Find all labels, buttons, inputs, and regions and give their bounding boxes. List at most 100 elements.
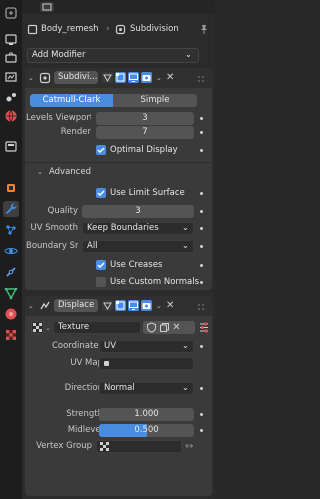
catmull-clark-toggle[interactable]: Catmull-Clark xyxy=(30,94,113,107)
use-custom-normals-label: Use Custom Normals xyxy=(110,277,200,287)
collection-icon[interactable] xyxy=(3,138,19,154)
keyframe-dot[interactable] xyxy=(200,429,203,432)
render-label: Render xyxy=(60,127,91,137)
subdivision-name-field[interactable]: Subdivi... xyxy=(54,71,98,84)
subdivision-header: ⌄ Subdivi... ⌄ ✕ xyxy=(25,68,212,88)
keyframe-dot[interactable] xyxy=(200,117,203,120)
modifier-icon xyxy=(115,24,126,35)
strength-field[interactable]: 1.000 xyxy=(99,408,194,421)
extras-chevron-icon[interactable]: ⌄ xyxy=(156,301,162,311)
world-icon[interactable] xyxy=(3,108,19,124)
constraints-icon[interactable] xyxy=(3,264,19,280)
vertex-group-icon xyxy=(100,442,109,451)
boundary-smooth-label: Boundary Smo... xyxy=(26,241,78,251)
keyframe-dot[interactable] xyxy=(200,345,203,348)
texture-browse-icon[interactable] xyxy=(31,321,44,334)
texture-name-field[interactable]: Texture xyxy=(53,321,141,334)
keyframe-dot[interactable] xyxy=(200,227,203,230)
object-name: Body_remesh xyxy=(41,24,99,34)
add-modifier-label: Add Modifier xyxy=(32,50,86,60)
material-icon[interactable] xyxy=(3,306,19,322)
keyframe-dot[interactable] xyxy=(200,210,203,213)
scene-icon[interactable] xyxy=(3,89,19,105)
output-icon[interactable] xyxy=(3,50,19,66)
coordinates-value: UV xyxy=(104,341,117,351)
use-creases-label: Use Creases xyxy=(110,260,163,270)
close-icon[interactable]: ✕ xyxy=(166,72,177,83)
quality-field[interactable]: 3 xyxy=(82,205,194,218)
unlink-x-icon[interactable]: ✕ xyxy=(171,321,182,334)
uv-map-icon xyxy=(104,361,109,366)
drag-handle-icon[interactable] xyxy=(197,303,205,311)
render-camera-icon[interactable] xyxy=(141,300,152,311)
texture-icon[interactable] xyxy=(3,327,19,343)
subdivision-modifier-icon xyxy=(39,72,51,84)
render-levels-field[interactable]: 7 xyxy=(96,126,194,139)
uv-smooth-value: Keep Boundaries xyxy=(87,223,159,233)
levels-viewport-field[interactable]: 3 xyxy=(96,112,194,125)
pin-icon[interactable] xyxy=(198,23,210,35)
use-limit-surface-checkbox[interactable] xyxy=(96,188,106,198)
keyframe-dot[interactable] xyxy=(200,192,203,195)
invert-arrows-icon[interactable]: ↔ xyxy=(185,440,197,453)
uv-smooth-dropdown[interactable]: Keep Boundaries ⌄ xyxy=(82,222,194,235)
vertex-group-field[interactable] xyxy=(96,440,182,453)
realtime-monitor-icon[interactable] xyxy=(128,300,139,311)
extras-chevron-icon[interactable]: ⌄ xyxy=(156,73,162,83)
keyframe-dot[interactable] xyxy=(200,149,203,152)
properties-tab-bar xyxy=(0,0,22,499)
render-icon[interactable] xyxy=(3,31,19,47)
add-modifier-dropdown[interactable]: Add Modifier ⌄ xyxy=(27,48,199,63)
keyframe-dot[interactable] xyxy=(200,413,203,416)
on-cage-icon[interactable] xyxy=(102,72,113,83)
uv-map-field[interactable] xyxy=(99,357,194,370)
simple-toggle[interactable]: Simple xyxy=(113,94,197,107)
chevron-down-icon: ⌄ xyxy=(184,50,192,60)
chevron-down-icon: ⌄ xyxy=(181,241,189,251)
physics-icon[interactable] xyxy=(3,243,19,259)
vertex-group-label: Vertex Group xyxy=(36,441,92,451)
editor-type-icon[interactable] xyxy=(40,2,54,12)
midlevel-slider[interactable]: 0.500 xyxy=(99,424,194,437)
view-layer-icon[interactable] xyxy=(3,69,19,85)
use-custom-normals-checkbox[interactable] xyxy=(96,277,106,287)
keyframe-dot[interactable] xyxy=(200,387,203,390)
advanced-chevron-icon[interactable]: ⌄ xyxy=(37,167,43,177)
keyframe-dot[interactable] xyxy=(200,281,203,284)
data-icon[interactable] xyxy=(3,285,19,301)
direction-dropdown[interactable]: Normal ⌄ xyxy=(99,382,194,395)
chevron-down-icon[interactable]: ⌄ xyxy=(45,323,51,333)
render-camera-icon[interactable] xyxy=(141,72,152,83)
keyframe-dot[interactable] xyxy=(200,264,203,267)
advanced-subpanel-header[interactable]: Advanced xyxy=(49,166,91,178)
use-creases-checkbox[interactable] xyxy=(96,260,106,270)
realtime-monitor-icon[interactable] xyxy=(128,72,139,83)
on-cage-icon[interactable] xyxy=(102,300,113,311)
divider xyxy=(25,162,212,163)
tool-icon[interactable] xyxy=(3,5,19,21)
keyframe-dot[interactable] xyxy=(200,131,203,134)
coordinates-dropdown[interactable]: UV ⌄ xyxy=(99,340,194,353)
texture-actions: ✕ xyxy=(143,321,195,334)
header-top-strip xyxy=(22,0,215,14)
chevron-down-icon: ⌄ xyxy=(181,223,189,233)
optimal-display-checkbox[interactable] xyxy=(96,145,106,155)
edit-mode-icon[interactable] xyxy=(115,300,126,311)
modifier-name: Subdivision xyxy=(130,24,179,34)
edit-mode-icon[interactable] xyxy=(115,72,126,83)
displace-name-field[interactable]: Displace xyxy=(54,299,98,312)
duplicate-icon[interactable] xyxy=(159,322,170,333)
object-icon[interactable] xyxy=(3,180,19,196)
collapse-chevron-icon[interactable]: ⌄ xyxy=(28,301,34,311)
close-icon[interactable]: ✕ xyxy=(166,300,177,311)
modifier-wrench-icon[interactable] xyxy=(3,201,19,217)
keyframe-dot[interactable] xyxy=(200,245,203,248)
fake-user-shield-icon[interactable] xyxy=(146,322,157,333)
texture-properties-icon[interactable] xyxy=(198,321,210,334)
mesh-object-icon xyxy=(27,24,38,35)
drag-handle-icon[interactable] xyxy=(197,75,205,83)
boundary-smooth-value: All xyxy=(87,241,98,251)
particles-icon[interactable] xyxy=(3,222,19,238)
collapse-chevron-icon[interactable]: ⌄ xyxy=(28,73,34,83)
boundary-smooth-dropdown[interactable]: All ⌄ xyxy=(82,240,194,253)
